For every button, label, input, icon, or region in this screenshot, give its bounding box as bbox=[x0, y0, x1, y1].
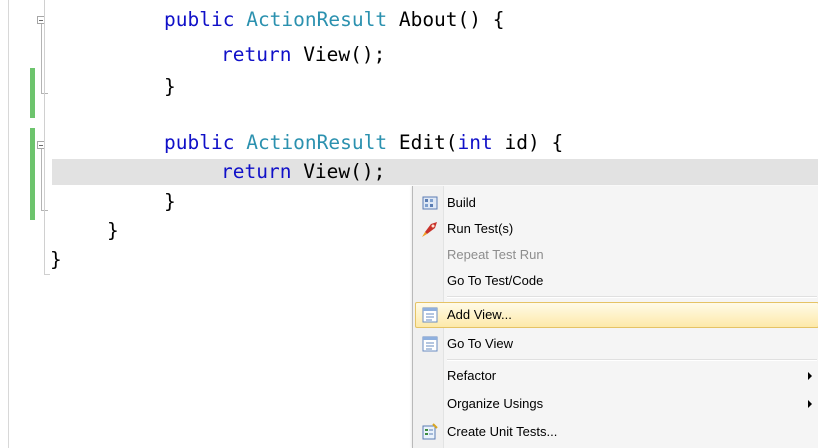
menu-item-label: Go To Test/Code bbox=[447, 273, 544, 288]
editor-left-border bbox=[8, 0, 9, 448]
outline-line bbox=[44, 0, 45, 275]
add-view-icon bbox=[421, 306, 439, 324]
menu-item-label: Add View... bbox=[447, 307, 512, 322]
menu-item-label: Run Test(s) bbox=[447, 221, 514, 236]
menu-separator bbox=[447, 359, 817, 361]
context-menu: Build Run Test(s) Repeat Test Run Go To … bbox=[412, 186, 818, 448]
code-line[interactable]: } bbox=[50, 245, 62, 274]
menu-item-create-unit-tests[interactable]: Create Unit Tests... bbox=[415, 419, 818, 445]
code-line[interactable]: } bbox=[107, 216, 119, 245]
go-to-view-icon bbox=[421, 335, 439, 353]
menu-item-add-view[interactable]: Add View... bbox=[415, 302, 818, 328]
menu-item-label: Organize Usings bbox=[447, 396, 544, 411]
submenu-arrow-icon bbox=[808, 400, 812, 408]
menu-item-label: Create Unit Tests... bbox=[447, 424, 558, 439]
menu-item-organize-usings[interactable]: Organize Usings bbox=[415, 391, 818, 417]
outline-line bbox=[41, 149, 42, 211]
menu-item-build[interactable]: Build bbox=[415, 190, 818, 216]
change-bar bbox=[30, 68, 35, 118]
menu-item-label: Go To View bbox=[447, 336, 514, 351]
build-icon bbox=[421, 194, 439, 212]
outline-end bbox=[44, 274, 50, 275]
change-bar bbox=[30, 128, 35, 220]
code-line[interactable]: return View(); bbox=[221, 40, 385, 69]
code-line[interactable]: return View(); bbox=[221, 157, 385, 186]
menu-item-go-to-test-code[interactable]: Go To Test/Code bbox=[415, 268, 818, 294]
menu-item-refactor[interactable]: Refactor bbox=[415, 363, 818, 389]
code-line[interactable]: public ActionResult Edit(int id) { bbox=[164, 128, 563, 157]
menu-item-label: Repeat Test Run bbox=[447, 247, 544, 262]
menu-item-run-tests[interactable]: Run Test(s) bbox=[415, 216, 818, 242]
code-line[interactable]: } bbox=[164, 187, 176, 216]
submenu-arrow-icon bbox=[808, 372, 812, 380]
menu-item-label: Refactor bbox=[447, 368, 497, 383]
code-line[interactable]: } bbox=[164, 72, 176, 101]
rocket-icon bbox=[421, 220, 439, 238]
code-line[interactable]: public ActionResult About() { bbox=[164, 5, 505, 34]
outline-line bbox=[41, 24, 42, 94]
menu-item-repeat-test-run[interactable]: Repeat Test Run bbox=[415, 242, 818, 268]
menu-item-label: Build bbox=[447, 195, 476, 210]
menu-item-go-to-view[interactable]: Go To View bbox=[415, 331, 818, 357]
menu-separator bbox=[447, 296, 817, 298]
unit-test-icon bbox=[421, 423, 439, 441]
current-line-highlight bbox=[52, 159, 818, 185]
